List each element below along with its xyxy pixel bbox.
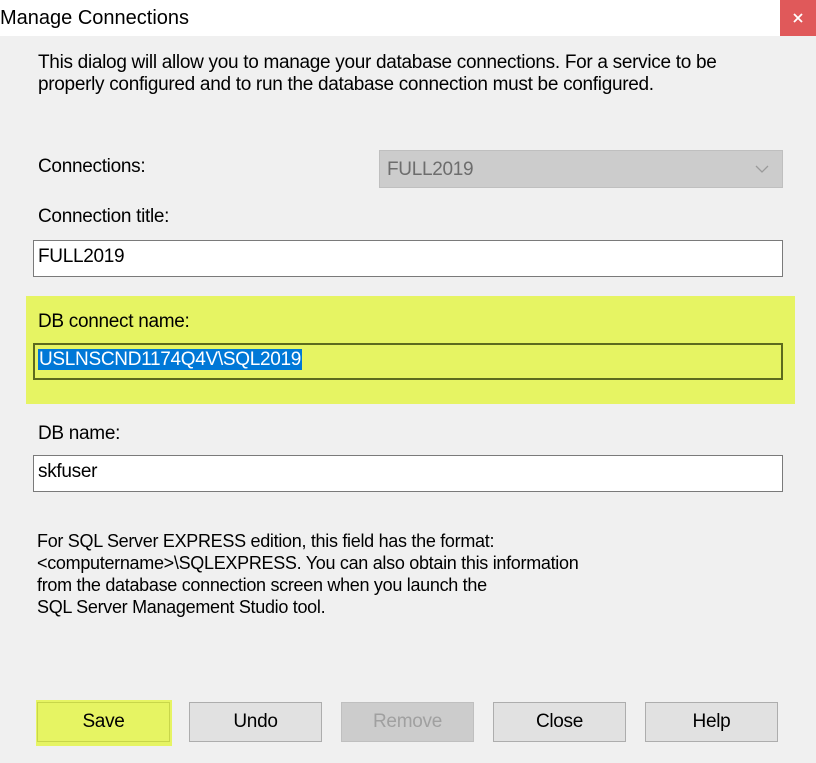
- connection-title-value: FULL2019: [38, 246, 125, 267]
- remove-button[interactable]: Remove: [341, 702, 474, 742]
- db-name-value: skfuser: [38, 461, 98, 482]
- note-line: from the database connection screen when…: [37, 575, 487, 595]
- close-icon: [793, 13, 803, 23]
- manage-connections-dialog: Manage Connections This dialog will allo…: [0, 0, 816, 763]
- save-button[interactable]: Save: [37, 702, 170, 742]
- note-line: SQL Server Management Studio tool.: [37, 597, 326, 617]
- db-connect-name-label: DB connect name:: [38, 311, 190, 332]
- undo-button[interactable]: Undo: [189, 702, 322, 742]
- db-connect-name-field[interactable]: USLNSCND1174Q4V\SQL2019: [33, 343, 783, 380]
- connections-label: Connections:: [38, 156, 146, 177]
- title-bar: Manage Connections: [0, 0, 816, 36]
- connection-title-label: Connection title:: [38, 206, 170, 227]
- intro-text: This dialog will allow you to manage you…: [38, 52, 717, 95]
- express-edition-note: For SQL Server EXPRESS edition, this fie…: [37, 530, 717, 618]
- connections-selected-value: FULL2019: [387, 159, 474, 180]
- window-title: Manage Connections: [0, 7, 190, 29]
- connection-title-field[interactable]: FULL2019: [33, 240, 783, 277]
- close-window-button[interactable]: [780, 0, 816, 36]
- db-name-label: DB name:: [38, 423, 121, 444]
- help-button[interactable]: Help: [645, 702, 778, 742]
- db-connect-name-value: USLNSCND1174Q4V\SQL2019: [38, 349, 303, 370]
- note-line: <computername>\SQLEXPRESS. You can also …: [37, 553, 579, 573]
- close-button[interactable]: Close: [493, 702, 626, 742]
- connections-dropdown[interactable]: FULL2019: [379, 150, 783, 188]
- chevron-down-icon: [755, 165, 769, 173]
- note-line: For SQL Server EXPRESS edition, this fie…: [37, 531, 495, 551]
- db-name-field[interactable]: skfuser: [33, 455, 783, 492]
